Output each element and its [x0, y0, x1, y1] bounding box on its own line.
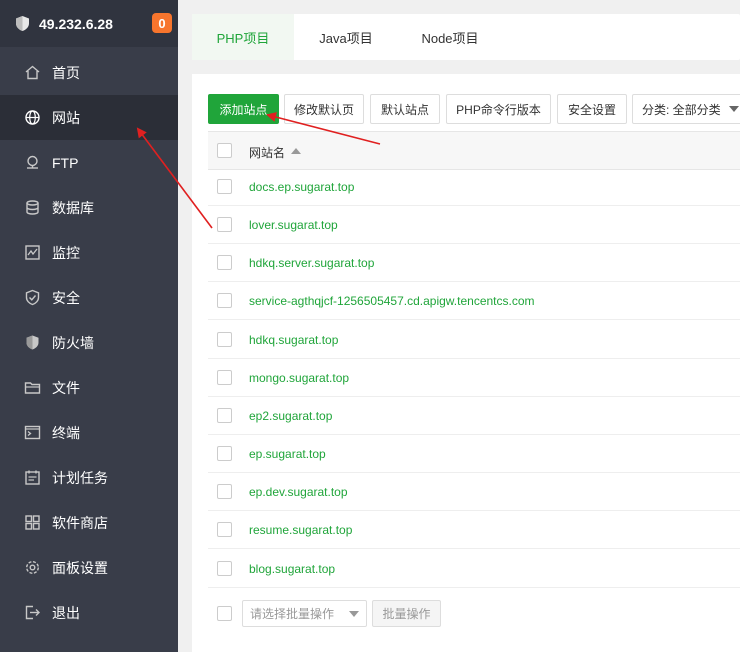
tab-node-project[interactable]: Node项目	[400, 14, 500, 60]
settings-icon	[24, 559, 41, 576]
brand-bar: 49.232.6.28 0	[0, 0, 178, 47]
row-checkbox[interactable]	[217, 561, 232, 576]
sidebar-item-panel-settings[interactable]: 面板设置	[0, 545, 178, 590]
server-ip: 49.232.6.28	[39, 15, 113, 32]
tab-php-project[interactable]: PHP项目	[192, 14, 294, 60]
sidebar-item-label: 软件商店	[52, 514, 108, 531]
shield-check-icon	[24, 289, 41, 306]
firewall-icon	[24, 334, 41, 351]
add-site-button[interactable]: 添加站点	[208, 94, 279, 124]
home-icon	[24, 64, 41, 81]
row-checkbox[interactable]	[217, 484, 232, 499]
row-divider	[208, 319, 740, 320]
row-divider	[208, 281, 740, 282]
site-link[interactable]: blog.sugarat.top	[249, 562, 335, 576]
sidebar: 49.232.6.28 0 首页 网站 FTP 数据库 监控 安全 防火墙 文件…	[0, 0, 178, 652]
chevron-down-icon	[349, 611, 359, 617]
batch-operation-select[interactable]: 请选择批量操作	[242, 600, 367, 627]
row-checkbox[interactable]	[217, 179, 232, 194]
site-link[interactable]: hdkq.server.sugarat.top	[249, 256, 374, 270]
site-link[interactable]: lover.sugarat.top	[249, 218, 338, 232]
tab-java-project[interactable]: Java项目	[302, 14, 390, 60]
batch-operation-placeholder: 请选择批量操作	[250, 607, 335, 621]
sidebar-item-label: 网站	[52, 109, 80, 126]
shield-logo-icon	[14, 15, 31, 32]
row-divider	[208, 510, 740, 511]
monitor-icon	[24, 244, 41, 261]
edit-default-page-button[interactable]: 修改默认页	[284, 94, 364, 124]
category-select[interactable]: 分类: 全部分类	[632, 94, 740, 124]
notification-badge[interactable]: 0	[152, 13, 172, 33]
row-divider	[208, 243, 740, 244]
row-checkbox[interactable]	[217, 217, 232, 232]
row-divider	[208, 205, 740, 206]
row-divider	[208, 587, 740, 588]
row-checkbox[interactable]	[217, 408, 232, 423]
sidebar-item-label: 终端	[52, 424, 80, 441]
site-link[interactable]: docs.ep.sugarat.top	[249, 180, 354, 194]
sidebar-item-monitor[interactable]: 监控	[0, 230, 178, 275]
site-link[interactable]: hdkq.sugarat.top	[249, 333, 338, 347]
row-checkbox[interactable]	[217, 370, 232, 385]
site-link[interactable]: ep.sugarat.top	[249, 447, 326, 461]
sidebar-item-label: FTP	[52, 154, 79, 171]
sort-ascending-icon[interactable]	[291, 148, 301, 154]
sidebar-item-label: 文件	[52, 379, 80, 396]
sidebar-item-label: 安全	[52, 289, 80, 306]
sidebar-item-logout[interactable]: 退出	[0, 590, 178, 635]
ftp-icon	[24, 154, 41, 171]
sidebar-item-label: 首页	[52, 64, 80, 81]
security-settings-button[interactable]: 安全设置	[557, 94, 627, 124]
chevron-down-icon	[729, 106, 739, 112]
sidebar-item-ftp[interactable]: FTP	[0, 140, 178, 185]
sidebar-item-files[interactable]: 文件	[0, 365, 178, 410]
app-store-icon	[24, 514, 41, 531]
row-checkbox[interactable]	[217, 522, 232, 537]
sidebar-item-label: 监控	[52, 244, 80, 261]
batch-operation-button[interactable]: 批量操作	[372, 600, 441, 627]
database-icon	[24, 199, 41, 216]
sidebar-item-label: 面板设置	[52, 559, 108, 576]
sidebar-item-schedule[interactable]: 计划任务	[0, 455, 178, 500]
sidebar-item-home[interactable]: 首页	[0, 50, 178, 95]
category-select-value: 分类: 全部分类	[642, 102, 721, 117]
site-link[interactable]: ep2.sugarat.top	[249, 409, 332, 423]
sidebar-item-terminal[interactable]: 终端	[0, 410, 178, 455]
row-checkbox[interactable]	[217, 332, 232, 347]
sidebar-item-website[interactable]: 网站	[0, 95, 178, 140]
php-cli-version-button[interactable]: PHP命令行版本	[446, 94, 551, 124]
sidebar-item-label: 退出	[52, 604, 80, 621]
batch-select-all-checkbox[interactable]	[217, 606, 232, 621]
row-divider	[208, 358, 740, 359]
row-divider	[208, 548, 740, 549]
row-checkbox[interactable]	[217, 293, 232, 308]
site-link[interactable]: resume.sugarat.top	[249, 523, 352, 537]
sidebar-item-firewall[interactable]: 防火墙	[0, 320, 178, 365]
table-header: 网站名	[208, 131, 740, 170]
folder-icon	[24, 379, 41, 396]
column-header-site-name[interactable]: 网站名	[249, 144, 285, 161]
row-divider	[208, 434, 740, 435]
sidebar-item-security[interactable]: 安全	[0, 275, 178, 320]
select-all-checkbox[interactable]	[217, 143, 232, 158]
row-checkbox[interactable]	[217, 446, 232, 461]
row-divider	[208, 472, 740, 473]
site-link[interactable]: mongo.sugarat.top	[249, 371, 349, 385]
sidebar-item-database[interactable]: 数据库	[0, 185, 178, 230]
project-tabs: PHP项目 Java项目 Node项目	[192, 14, 740, 60]
sidebar-item-label: 计划任务	[52, 469, 108, 486]
sidebar-item-app-store[interactable]: 软件商店	[0, 500, 178, 545]
logout-icon	[24, 604, 41, 621]
row-divider	[208, 396, 740, 397]
terminal-icon	[24, 424, 41, 441]
sidebar-item-label: 数据库	[52, 199, 94, 216]
site-link[interactable]: service-agthqjcf-1256505457.cd.apigw.ten…	[249, 294, 535, 308]
default-site-button[interactable]: 默认站点	[370, 94, 440, 124]
globe-icon	[24, 109, 41, 126]
schedule-icon	[24, 469, 41, 486]
sidebar-item-label: 防火墙	[52, 334, 94, 351]
row-checkbox[interactable]	[217, 255, 232, 270]
site-link[interactable]: ep.dev.sugarat.top	[249, 485, 348, 499]
